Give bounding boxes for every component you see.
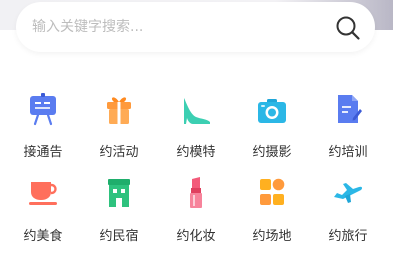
lipstick-icon	[190, 177, 202, 208]
category-label: 约民宿	[99, 229, 139, 244]
category-label: 约场地	[252, 229, 292, 244]
category-label: 约旅行	[328, 229, 368, 244]
category-item-travel[interactable]: 约旅行	[309, 176, 385, 244]
venue-grid-icon	[260, 178, 285, 205]
category-label: 约摄影	[252, 145, 292, 160]
category-label: 约美食	[23, 229, 63, 244]
house-icon	[108, 179, 130, 207]
category-item-venue[interactable]: 约场地	[233, 176, 309, 244]
category-item-training[interactable]: 约培训	[309, 92, 385, 160]
document-pen-icon	[338, 95, 362, 123]
gift-icon	[107, 97, 131, 124]
category-label: 约培训	[328, 145, 368, 160]
category-label: 约活动	[99, 145, 139, 160]
category-label: 接通告	[23, 145, 63, 160]
search-icon[interactable]	[335, 15, 361, 41]
search-bar[interactable]	[16, 2, 375, 52]
airplane-icon	[334, 183, 363, 203]
category-item-announcement[interactable]: 接通告	[4, 92, 80, 160]
category-item-activity[interactable]: 约活动	[80, 92, 156, 160]
category-item-makeup[interactable]: 约化妆	[157, 176, 233, 244]
category-item-model[interactable]: 约模特	[157, 92, 233, 160]
category-item-homestay[interactable]: 约民宿	[80, 176, 156, 244]
coffee-cup-icon	[29, 182, 57, 205]
category-label: 约化妆	[176, 229, 216, 244]
search-input[interactable]	[32, 2, 322, 52]
high-heel-icon	[184, 98, 210, 124]
page: 接通告 约活动 约模特	[0, 0, 393, 260]
category-item-photography[interactable]: 约摄影	[233, 92, 309, 160]
billboard-icon	[30, 93, 56, 126]
category-label: 约模特	[176, 145, 216, 160]
category-item-food[interactable]: 约美食	[4, 176, 80, 244]
camera-icon	[258, 99, 286, 123]
